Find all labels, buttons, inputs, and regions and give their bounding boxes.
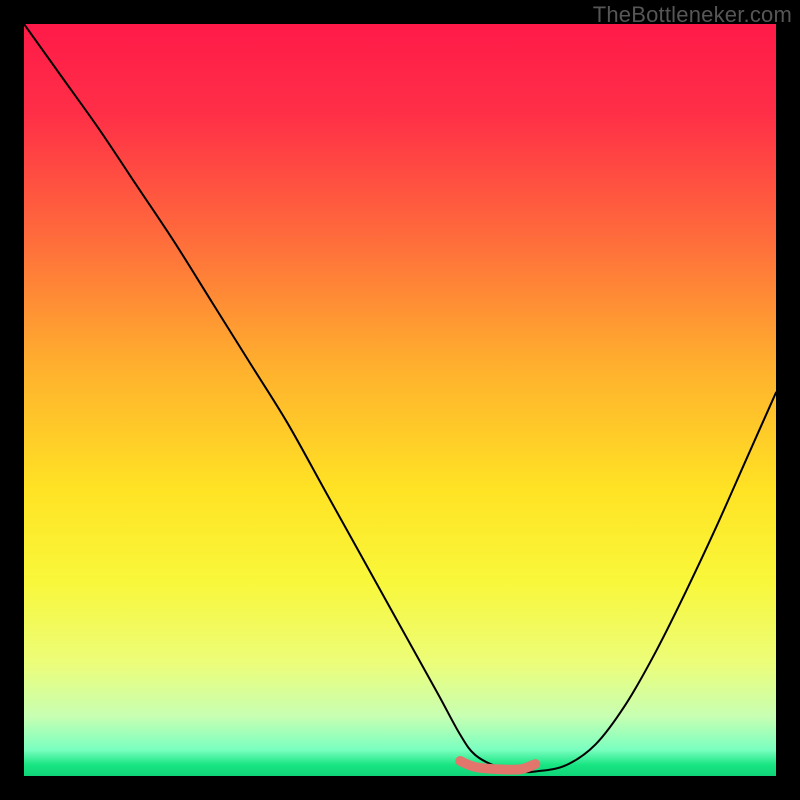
optimal-range-marker: [460, 761, 535, 770]
watermark-text: TheBottleneker.com: [593, 2, 792, 28]
chart-frame: TheBottleneker.com: [0, 0, 800, 800]
plot-area: [24, 24, 776, 776]
bottleneck-curve: [24, 24, 776, 772]
chart-lines: [24, 24, 776, 776]
